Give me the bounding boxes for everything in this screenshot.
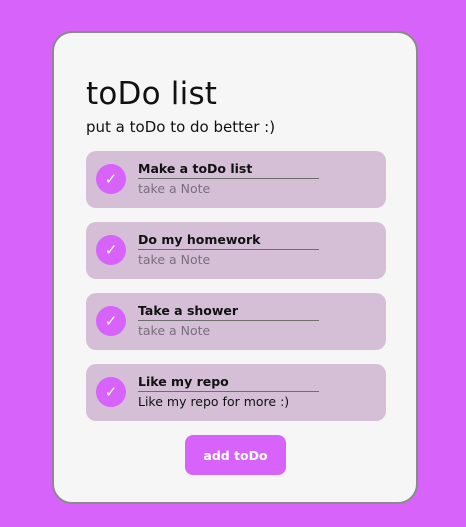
todo-title-input[interactable]: Take a shower [138, 302, 319, 321]
page-title: toDo list [86, 76, 218, 112]
todo-title-input[interactable]: Like my repo [138, 373, 319, 392]
todo-note-placeholder: take a Note [138, 252, 211, 267]
page-subtitle: put a toDo to do better :) [86, 118, 276, 136]
checkmark-icon[interactable]: ✓ [96, 377, 126, 407]
todo-note-placeholder: take a Note [138, 323, 211, 338]
checkmark-icon[interactable]: ✓ [96, 235, 126, 265]
todo-note-input[interactable]: take a Note [138, 323, 210, 339]
todo-note-input[interactable]: take a Note [138, 181, 210, 197]
todo-item: ✓ Take a shower take a Note [86, 293, 386, 350]
checkmark-icon[interactable]: ✓ [96, 164, 126, 194]
todo-title-input[interactable]: Make a toDo list [138, 160, 319, 179]
todo-note-input[interactable]: Like my repo for more :) [138, 394, 289, 410]
todo-title-input[interactable]: Do my homework [138, 231, 319, 250]
todo-note-placeholder: take a Note [138, 181, 211, 196]
todo-item: ✓ Make a toDo list take a Note [86, 151, 386, 208]
add-todo-button[interactable]: add toDo [185, 435, 286, 475]
todo-item: ✓ Do my homework take a Note [86, 222, 386, 279]
todo-card: toDo list put a toDo to do better :) ✓ M… [52, 31, 418, 504]
checkmark-icon[interactable]: ✓ [96, 306, 126, 336]
todo-list: ✓ Make a toDo list take a Note ✓ Do my h… [86, 151, 386, 435]
todo-note-input[interactable]: take a Note [138, 252, 210, 268]
todo-item: ✓ Like my repo Like my repo for more :) [86, 364, 386, 421]
